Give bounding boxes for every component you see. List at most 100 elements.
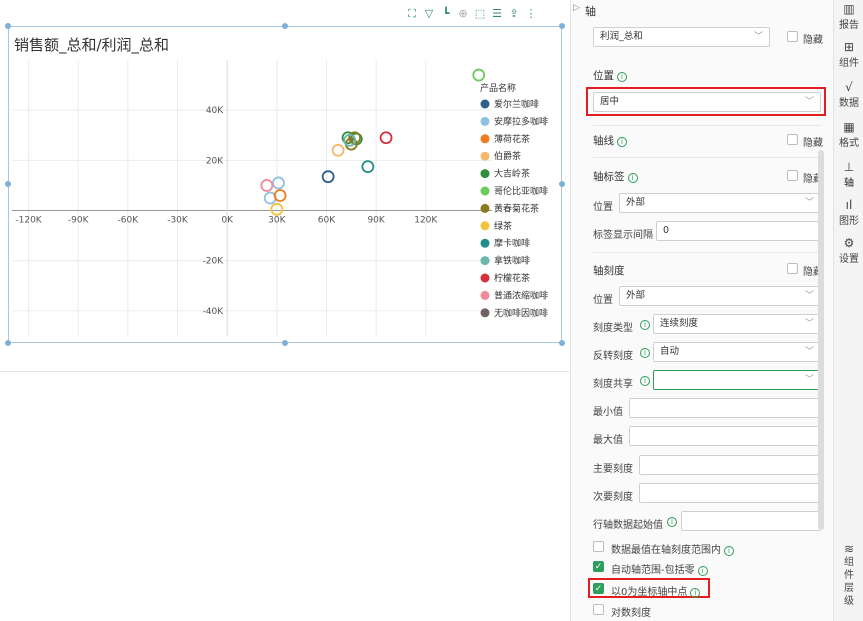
- panel-scrollbar[interactable]: [818, 150, 824, 530]
- info-icon[interactable]: i: [697, 566, 708, 576]
- row-start-input[interactable]: [681, 511, 821, 531]
- info-icon[interactable]: i: [640, 320, 650, 330]
- x-tick-label: 60K: [318, 216, 336, 226]
- info-icon[interactable]: i: [640, 376, 650, 386]
- scatter-point: [379, 131, 393, 145]
- x-tick-label: -120K: [15, 216, 42, 226]
- tab-label: 数据: [839, 98, 859, 109]
- tab-format[interactable]: ▦ 格式: [834, 120, 863, 149]
- properties-panel: ▷ 轴 利润_总和 ﹀ 隐藏 位置 i 居中 ﹀ 轴线 i 隐藏 轴标签 i 隐藏 位…: [570, 0, 833, 621]
- legend-item-label: 摩卡咖啡: [494, 237, 530, 249]
- format-icon: ▦: [843, 120, 855, 134]
- label-interval-input[interactable]: 0: [656, 221, 821, 241]
- legend-item-label: 柠檬花茶: [494, 272, 530, 284]
- y-tick-label: -20K: [203, 257, 225, 267]
- hide-label: 隐藏: [803, 138, 823, 149]
- auto-range-checkbox[interactable]: ✓: [593, 561, 604, 572]
- label-position-select[interactable]: 外部 ﹀: [619, 193, 821, 213]
- legend-item-label: 绿茶: [494, 220, 512, 232]
- min-value-input[interactable]: [629, 398, 821, 418]
- minor-tick-input[interactable]: [639, 483, 821, 503]
- panel-header: ▷ 轴: [571, 0, 834, 20]
- scatter-point: [321, 170, 335, 184]
- tab-label: 轴: [844, 178, 854, 189]
- info-icon[interactable]: i: [627, 173, 638, 183]
- auto-range-label: 自动轴范围-包括零 i: [611, 561, 708, 576]
- x-tick-label: 120K: [414, 216, 438, 226]
- scale-type-value: 连续刻度: [660, 318, 699, 329]
- legend-item-label: 哥伦比亚咖啡: [494, 185, 548, 197]
- info-icon[interactable]: i: [667, 517, 677, 527]
- hide-axis-line-checkbox[interactable]: [787, 134, 798, 145]
- info-icon[interactable]: i: [617, 137, 627, 147]
- major-tick-input[interactable]: [639, 455, 821, 475]
- chevron-down-icon: ﹀: [804, 347, 814, 357]
- legend-swatch: [480, 99, 490, 109]
- chevron-down-icon: ﹀: [804, 291, 814, 301]
- legend-title: 产品名称: [480, 82, 516, 94]
- info-icon[interactable]: i: [724, 546, 734, 556]
- tab-report[interactable]: ▥ 报告: [834, 2, 863, 31]
- legend-swatch: [480, 203, 490, 213]
- legend-item-label: 伯爵茶: [494, 150, 521, 162]
- legend-item-label: 黄春菊花茶: [494, 202, 539, 214]
- min-value-label: 最小值: [593, 407, 623, 418]
- scale-type-label: 刻度类型: [593, 323, 633, 334]
- chevron-down-icon: ﹀: [804, 319, 814, 329]
- tab-graph[interactable]: ıl 图形: [834, 198, 863, 227]
- scale-position-value: 外部: [626, 290, 646, 301]
- legend-swatch: [480, 169, 490, 179]
- log-scale-checkbox[interactable]: [593, 604, 604, 615]
- reverse-scale-label: 反转刻度: [593, 351, 633, 362]
- divider: [593, 252, 821, 253]
- scale-type-select[interactable]: 连续刻度 ﹀: [653, 314, 821, 334]
- tab-label: 格式: [839, 138, 859, 149]
- zero-center-checkbox[interactable]: ✓: [593, 583, 604, 594]
- hide-axis-tick-label-checkbox[interactable]: [787, 170, 798, 181]
- tab-data[interactable]: √ 数据: [834, 80, 863, 109]
- x-tick-label: -60K: [118, 216, 140, 226]
- zero-center-label: 以0为坐标轴中点 i: [611, 583, 701, 598]
- info-icon[interactable]: i: [690, 588, 701, 598]
- max-value-input[interactable]: [629, 426, 821, 446]
- info-icon[interactable]: i: [617, 72, 627, 82]
- position-select[interactable]: 居中 ﹀: [593, 92, 821, 112]
- axis-tick-label-label: 轴标签 i: [593, 169, 638, 184]
- legend-item-label: 拿铁咖啡: [494, 255, 530, 267]
- scale-position-select[interactable]: 外部 ﹀: [619, 286, 821, 306]
- log-scale-label: 对数刻度: [611, 608, 651, 619]
- scatter-point: [273, 189, 287, 202]
- label-interval-label: 标签显示间隔: [593, 230, 653, 241]
- tab-label: 图形: [839, 216, 859, 227]
- tab-layers[interactable]: ≋ 组件层级: [834, 542, 863, 608]
- y-tick-label: -40K: [203, 307, 225, 317]
- scatter-plot: -120K -90K -60K -30K 0K 30K 60K 90K 120K -40K -20K…: [12, 60, 548, 336]
- legend-swatch: [480, 238, 490, 248]
- x-tick-label: 0K: [221, 216, 234, 226]
- divider: [593, 157, 821, 158]
- axis-field-select[interactable]: 利润_总和 ﹀: [593, 27, 770, 47]
- scale-position-label: 位置: [593, 295, 613, 306]
- legend-item-label: 无咖啡因咖啡: [494, 307, 548, 319]
- legend-item-label: 普通浓缩咖啡: [494, 289, 548, 301]
- info-icon[interactable]: i: [640, 348, 650, 358]
- scatter-point: [272, 176, 285, 190]
- hide-axis-scale-checkbox[interactable]: [787, 263, 798, 274]
- legend-swatch: [480, 308, 490, 318]
- share-scale-select[interactable]: ﹀: [653, 370, 821, 390]
- side-tabs: ▥ 报告 ⊞ 组件 √ 数据 ▦ 格式 ⊥ 轴 ıl 图形 ⚙ 设置 ≋ 组件层…: [833, 0, 863, 621]
- share-scale-label: 刻度共享: [593, 379, 633, 390]
- tab-settings[interactable]: ⚙ 设置: [834, 236, 863, 265]
- legend-item-label: 薄荷花茶: [494, 133, 530, 145]
- label-position-label: 位置: [593, 202, 613, 213]
- legend-swatch: [480, 221, 490, 231]
- collapse-icon[interactable]: ▷: [573, 3, 583, 17]
- tab-axis[interactable]: ⊥ 轴: [834, 160, 863, 189]
- tab-component[interactable]: ⊞ 组件: [834, 40, 863, 69]
- reverse-scale-select[interactable]: 自动 ﹀: [653, 342, 821, 362]
- layers-icon: ≋: [843, 542, 855, 556]
- scatter-point: [260, 179, 274, 192]
- hide-axis-checkbox[interactable]: [787, 31, 798, 42]
- label-position-value: 外部: [626, 197, 646, 208]
- range-in-scale-checkbox[interactable]: [593, 541, 604, 552]
